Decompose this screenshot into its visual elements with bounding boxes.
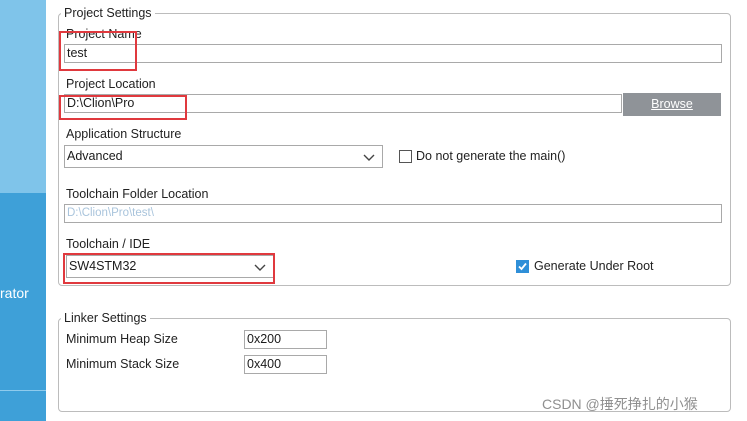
- browse-button-label: Browse: [651, 97, 693, 111]
- chevron-down-icon: [363, 154, 375, 161]
- project-location-input[interactable]: D:\Clion\Pro: [64, 94, 622, 113]
- toolchain-ide-label: Toolchain / IDE: [66, 237, 151, 251]
- project-name-label: Project Name: [66, 27, 142, 41]
- project-settings-title: Project Settings: [64, 6, 152, 20]
- application-structure-label: Application Structure: [66, 127, 182, 141]
- check-icon: [518, 262, 527, 271]
- chevron-down-icon: [254, 264, 266, 271]
- sidebar-divider: [0, 390, 46, 391]
- sidebar: rator: [0, 0, 46, 421]
- do-not-generate-main-checkbox[interactable]: [399, 150, 412, 163]
- min-stack-label: Minimum Stack Size: [66, 357, 180, 371]
- browse-button[interactable]: Browse: [623, 93, 721, 116]
- application-structure-select[interactable]: Advanced: [64, 145, 383, 168]
- min-heap-label: Minimum Heap Size: [66, 332, 178, 346]
- min-stack-input[interactable]: 0x400: [244, 355, 327, 374]
- linker-settings-title: Linker Settings: [64, 311, 147, 325]
- generate-under-root-checkbox[interactable]: [516, 260, 529, 273]
- toolchain-ide-select[interactable]: SW4STM32: [66, 255, 274, 278]
- min-heap-input[interactable]: 0x200: [244, 330, 327, 349]
- do-not-generate-main-label: Do not generate the main(): [416, 149, 566, 163]
- sidebar-top-section: [0, 0, 46, 193]
- toolchain-folder-input: D:\Clion\Pro\test\: [64, 204, 722, 223]
- application-structure-value: Advanced: [67, 149, 123, 163]
- generate-under-root-label: Generate Under Root: [534, 259, 654, 273]
- project-name-input[interactable]: test: [64, 44, 722, 63]
- project-location-label: Project Location: [66, 77, 156, 91]
- watermark: CSDN @捶死挣扎的小猴: [542, 396, 698, 412]
- toolchain-ide-value: SW4STM32: [69, 259, 137, 273]
- sidebar-item-label[interactable]: rator: [0, 285, 29, 301]
- toolchain-folder-label: Toolchain Folder Location: [66, 187, 209, 201]
